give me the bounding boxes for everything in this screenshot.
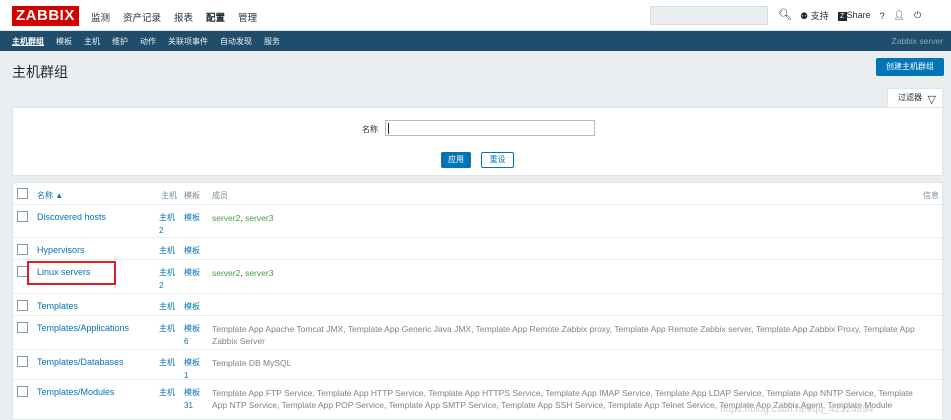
main-nav: 监测 资产记录 报表 配置 管理 [91,10,257,24]
host-group-link[interactable]: Hypervisors [37,245,85,255]
subnav-templates[interactable]: 模板 [56,36,72,47]
watermark: https://blog.csdn.net/qq_42124894 [720,404,874,415]
subnav-host-groups[interactable]: 主机群组 [12,36,44,47]
members-cell: server2, server3 [212,212,922,224]
reset-button[interactable]: 重设 [481,152,514,168]
nav-reports[interactable]: 报表 [174,10,193,24]
page-title: 主机群组 [12,64,68,80]
hosts-link[interactable]: 主机 [159,356,177,369]
hosts-link[interactable]: 主机 [159,386,177,399]
subnav-discovery[interactable]: 自动发现 [220,36,252,47]
subnav-event-correlation[interactable]: 关联项事件 [168,36,208,47]
search-input[interactable] [650,6,768,25]
table-row: Discovered hosts 主机 2 模板 server2, server3 [13,205,942,238]
hosts-link[interactable]: 主机 2 [159,211,177,237]
support-label: 支持 [810,11,829,21]
filter-panel [12,107,943,176]
subnav-services[interactable]: 服务 [264,36,280,47]
row-checkbox[interactable] [17,356,28,367]
header-hosts: 主机 [161,191,177,200]
host-group-link[interactable]: Templates/Applications [37,323,129,333]
nav-administration[interactable]: 管理 [238,10,257,24]
name-filter-label: 名称 [362,125,378,134]
table-row: Templates 主机 模板 [13,294,942,316]
text-caret [388,123,389,134]
nav-configuration[interactable]: 配置 [206,10,225,24]
members-cell: Template DB MySQL [212,357,922,369]
share-icon: Z [837,12,847,21]
sub-nav: 主机群组 模板 主机 维护 动作 关联项事件 自动发现 服务 Zabbix se… [0,31,951,51]
row-checkbox[interactable] [17,300,28,311]
hosts-link[interactable]: 主机 [159,322,177,335]
help-icon[interactable]: ? [880,11,885,21]
templates-link[interactable]: 模板 1 [184,356,204,382]
subnav-hosts[interactable]: 主机 [84,36,100,47]
host-groups-table: 名称 ▲ 主机 模板 成员 信息 Discovered hosts 主机 2 模板 s… [12,182,943,420]
create-host-group-button[interactable]: 创建主机群组 [876,58,944,76]
header-templates: 模板 [184,191,200,200]
nav-monitoring[interactable]: 监测 [91,10,110,24]
host-group-link[interactable]: Templates/Databases [37,357,124,367]
top-right-tools: ⚉ 支持 Z Share ? 👤︎ ⏻ [800,9,921,22]
members-cell: server2, server3 [212,267,922,279]
row-checkbox[interactable] [17,211,28,222]
name-filter-input[interactable] [385,120,595,136]
templates-link[interactable]: 模板 [184,211,204,224]
support-link[interactable]: ⚉ 支持 [800,9,829,22]
table-row: Linux servers 主机 2 模板 server2, server3 [13,260,942,294]
annotation-highlight-box [27,261,116,285]
host-group-link[interactable]: Discovered hosts [37,212,106,222]
zabbix-logo[interactable]: ZABBIX [12,6,79,26]
select-all-checkbox[interactable] [17,188,28,199]
share-link[interactable]: Z Share [837,10,871,21]
member-host-link[interactable]: server2 [212,268,240,278]
top-bar: ZABBIX 监测 资产记录 报表 配置 管理 🔍︎ ⚉ 支持 Z Share ?… [0,0,951,31]
hosts-link[interactable]: 主机 [159,300,177,313]
hosts-link[interactable]: 主机 2 [159,266,177,292]
subnav-maintenance[interactable]: 维护 [112,36,128,47]
hosts-link[interactable]: 主机 [159,244,177,257]
table-header: 名称 ▲ 主机 模板 成员 信息 [13,183,942,205]
member-host-link[interactable]: server3 [245,213,273,223]
table-row: Templates/Applications 主机 模板 6 Template App… [13,316,942,350]
host-group-link[interactable]: Templates/Modules [37,387,115,397]
member-host-link[interactable]: server2 [212,213,240,223]
templates-link[interactable]: 模板 [184,244,204,257]
templates-link[interactable]: 模板 [184,266,204,279]
header-info: 信息 [923,191,939,200]
subnav-actions[interactable]: 动作 [140,36,156,47]
row-checkbox[interactable] [17,386,28,397]
row-checkbox[interactable] [17,322,28,333]
member-host-link[interactable]: server3 [245,268,273,278]
share-label: Share [846,10,871,20]
nav-inventory[interactable]: 资产记录 [123,10,161,24]
host-group-link[interactable]: Templates [37,301,78,311]
search-icon[interactable]: 🔍︎ [778,8,792,21]
filter-tab[interactable]: 过滤器 ▽ [887,88,943,107]
power-icon[interactable]: ⏻ [914,10,921,21]
header-members: 成员 [212,191,228,200]
member-templates-list[interactable]: Template DB MySQL [212,358,291,368]
apply-button[interactable]: 应用 [441,152,471,168]
templates-link[interactable]: 模板 6 [184,322,204,348]
row-checkbox[interactable] [17,244,28,255]
server-name: Zabbix server [891,36,944,46]
filter-tab-label: 过滤器 [898,93,922,102]
user-icon[interactable]: 👤︎ [894,10,905,21]
headset-icon: ⚉ [800,11,809,21]
table-row: Templates/Databases 主机 模板 1 Template DB MyS… [13,350,942,380]
header-name[interactable]: 名称 ▲ [37,190,63,201]
templates-link[interactable]: 模板 [184,300,204,313]
templates-link[interactable]: 模板 31 [184,386,204,412]
table-row: Hypervisors 主机 模板 [13,238,942,260]
member-templates-list[interactable]: Template App Apache Tomcat JMX, Template… [212,324,915,346]
members-cell: Template App Apache Tomcat JMX, Template… [212,323,922,347]
